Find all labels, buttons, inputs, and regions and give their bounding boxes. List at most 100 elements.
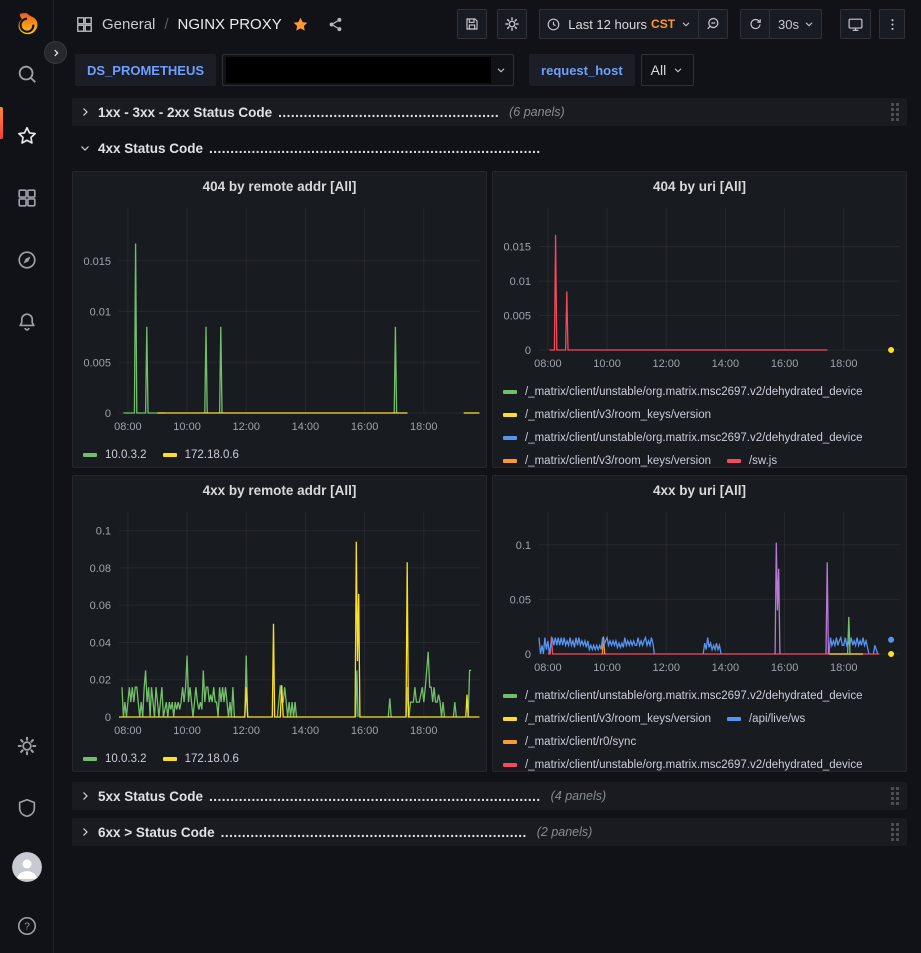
- datasource-variable-select[interactable]: [222, 54, 514, 86]
- sidebar-item-dashboards[interactable]: [9, 180, 45, 216]
- legend-item[interactable]: /_matrix/client/unstable/org.matrix.msc2…: [503, 686, 863, 706]
- sidebar-item-search[interactable]: [9, 56, 45, 92]
- panel-title[interactable]: 404 by remote addr [All]: [73, 172, 486, 202]
- row-drag-handle[interactable]: [891, 823, 899, 841]
- sidebar-item-alerting[interactable]: [9, 304, 45, 340]
- datasource-variable-label: DS_PROMETHEUS: [75, 54, 216, 86]
- compass-icon: [16, 249, 38, 271]
- legend-item[interactable]: /_matrix/client/unstable/org.matrix.msc2…: [503, 428, 863, 448]
- row-title[interactable]: 4xx Status Code: [98, 141, 203, 156]
- row-title-leader: ........................................…: [221, 825, 527, 840]
- panel-404-by-uri: 404 by uri [All] 00.0050.010.01508:0010:…: [492, 171, 907, 468]
- panel-legend: /_matrix/client/unstable/org.matrix.msc2…: [503, 382, 898, 468]
- legend-item[interactable]: /_matrix/client/v3/room_keys/version: [503, 451, 711, 468]
- svg-text:10:00: 10:00: [593, 662, 621, 674]
- main-area: General / NGINX PROXY: [54, 0, 921, 953]
- row-header-5xx[interactable]: 5xx Status Code ........................…: [72, 782, 907, 810]
- svg-text:12:00: 12:00: [232, 421, 260, 433]
- legend-item[interactable]: /api/live/ws: [727, 709, 805, 729]
- time-range-picker[interactable]: Last 12 hours CST: [539, 9, 699, 39]
- user-avatar[interactable]: [12, 852, 42, 882]
- cycle-view-mode-button[interactable]: [840, 9, 871, 39]
- panel-title[interactable]: 4xx by uri [All]: [493, 476, 906, 506]
- sidebar-item-help[interactable]: ?: [9, 908, 45, 944]
- legend-item[interactable]: 172.18.0.6: [163, 445, 239, 465]
- legend-item[interactable]: 172.18.0.6: [163, 749, 239, 769]
- chevron-right-icon[interactable]: [79, 106, 91, 118]
- sidebar-item-server-admin[interactable]: [9, 790, 45, 826]
- time-series-plot[interactable]: 00.050.108:0010:0012:0014:0016:0018:00: [493, 506, 907, 678]
- svg-text:0.005: 0.005: [503, 311, 531, 323]
- chevron-right-icon: [51, 48, 61, 58]
- request-host-variable-select[interactable]: All: [641, 54, 695, 86]
- row-panel-count: (6 panels): [509, 105, 565, 119]
- refresh-interval-picker[interactable]: 30s: [769, 9, 822, 39]
- svg-text:16:00: 16:00: [771, 662, 799, 674]
- chevron-right-icon[interactable]: [79, 826, 91, 838]
- row-title-leader: ........................................…: [278, 105, 499, 120]
- row-drag-handle[interactable]: [891, 103, 899, 121]
- svg-text:08:00: 08:00: [534, 358, 562, 370]
- legend-label: /_matrix/client/r0/sync: [525, 736, 636, 748]
- refresh-button[interactable]: [740, 9, 770, 39]
- panel-title[interactable]: 4xx by remote addr [All]: [73, 476, 486, 506]
- save-icon: [464, 16, 480, 32]
- row-header-1xx-3xx-2xx[interactable]: 1xx - 3xx - 2xx Status Code ............…: [72, 98, 907, 126]
- legend-swatch: [727, 717, 741, 721]
- legend-swatch: [83, 453, 97, 457]
- sidebar-expand-button[interactable]: [44, 41, 67, 64]
- svg-text:0.01: 0.01: [90, 307, 111, 319]
- legend-item[interactable]: /sw.js: [727, 451, 777, 468]
- favorite-star-button[interactable]: [292, 16, 309, 33]
- time-series-plot[interactable]: 00.0050.010.01508:0010:0012:0014:0016:00…: [73, 202, 487, 437]
- legend-item[interactable]: 10.0.3.2: [83, 749, 147, 769]
- sidebar-item-starred[interactable]: [9, 118, 45, 154]
- share-button[interactable]: [327, 16, 344, 33]
- apps-icon: [16, 187, 38, 209]
- legend-swatch: [727, 459, 741, 463]
- row-drag-handle[interactable]: [891, 787, 899, 805]
- legend-item[interactable]: 10.0.3.2: [83, 445, 147, 465]
- top-navbar: General / NGINX PROXY: [54, 0, 921, 48]
- dashboard-settings-button[interactable]: [497, 9, 527, 39]
- row-panel-count: (2 panels): [537, 825, 593, 839]
- time-series-plot[interactable]: 00.0050.010.01508:0010:0012:0014:0016:00…: [493, 202, 907, 374]
- row-title[interactable]: 5xx Status Code: [98, 789, 203, 804]
- legend-item[interactable]: /_matrix/client/v3/room_keys/version: [503, 405, 711, 425]
- zoom-out-time-button[interactable]: [698, 9, 728, 39]
- row-title[interactable]: 6xx > Status Code: [98, 825, 215, 840]
- dashboard-title[interactable]: NGINX PROXY: [178, 16, 282, 33]
- panel-grid: 404 by remote addr [All] 00.0050.010.015…: [72, 171, 907, 772]
- more-options-button[interactable]: [879, 9, 905, 39]
- star-filled-icon: [292, 16, 309, 33]
- legend-label: /_matrix/client/unstable/org.matrix.msc2…: [525, 386, 863, 398]
- legend-swatch: [503, 413, 517, 417]
- grafana-logo[interactable]: [9, 8, 45, 44]
- dashboards-grid-icon[interactable]: [75, 15, 94, 34]
- svg-text:10:00: 10:00: [593, 358, 621, 370]
- chevron-down-icon[interactable]: [79, 142, 91, 154]
- sidebar-item-explore[interactable]: [9, 242, 45, 278]
- legend-item[interactable]: /_matrix/client/r0/sync: [503, 732, 636, 752]
- row-title[interactable]: 1xx - 3xx - 2xx Status Code: [98, 105, 272, 120]
- chevron-right-icon[interactable]: [79, 790, 91, 802]
- share-icon: [327, 16, 344, 33]
- request-host-variable-label: request_host: [529, 54, 635, 86]
- legend-item[interactable]: /_matrix/client/unstable/org.matrix.msc2…: [503, 755, 863, 772]
- row-header-4xx[interactable]: 4xx Status Code ........................…: [72, 134, 907, 162]
- breadcrumb-section[interactable]: General: [102, 16, 155, 33]
- sidebar-item-configuration[interactable]: [9, 728, 45, 764]
- svg-text:?: ?: [24, 922, 30, 933]
- caret-down-icon: [803, 18, 815, 30]
- legend-label: /_matrix/client/unstable/org.matrix.msc2…: [525, 759, 863, 771]
- panel-title[interactable]: 404 by uri [All]: [493, 172, 906, 202]
- legend-item[interactable]: /_matrix/client/unstable/org.matrix.msc2…: [503, 382, 863, 402]
- time-series-plot[interactable]: 00.020.040.060.080.108:0010:0012:0014:00…: [73, 506, 487, 741]
- refresh-icon: [748, 17, 763, 32]
- save-dashboard-button[interactable]: [457, 9, 487, 39]
- timezone-label: CST: [651, 17, 675, 31]
- legend-swatch: [503, 459, 517, 463]
- legend-item[interactable]: /_matrix/client/v3/room_keys/version: [503, 709, 711, 729]
- row-header-6xx[interactable]: 6xx > Status Code ......................…: [72, 818, 907, 846]
- svg-text:18:00: 18:00: [830, 358, 858, 370]
